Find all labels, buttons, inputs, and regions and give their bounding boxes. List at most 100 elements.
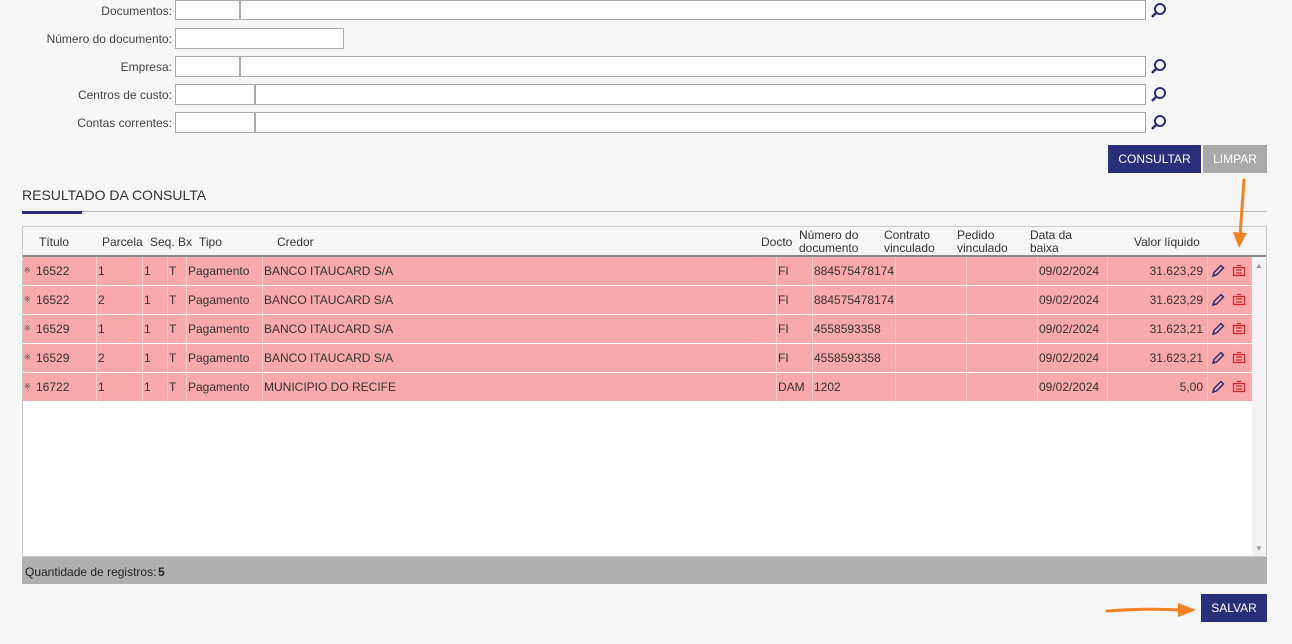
cell-parcela: 1 (97, 373, 143, 401)
cell-bx: T (168, 286, 187, 314)
cell-numero: 1202 (813, 373, 896, 401)
delete-button[interactable] (1228, 373, 1250, 401)
header-numero-documento[interactable]: Número do documento (799, 229, 858, 255)
numero-documento-label: Número do documento: (46, 32, 172, 46)
contas-correntes-code-input[interactable] (175, 112, 255, 133)
edit-button[interactable] (1208, 315, 1228, 343)
empresa-label: Empresa: (120, 60, 172, 74)
row-marker-icon: ※ (24, 266, 31, 275)
cell-tipo: Pagamento (187, 315, 263, 343)
scroll-up-icon[interactable]: ▲ (1255, 261, 1263, 270)
numero-documento-input[interactable] (175, 28, 344, 49)
header-data-baixa[interactable]: Data da baixa (1030, 229, 1072, 255)
header-titulo[interactable]: Título (39, 236, 69, 249)
edit-button[interactable] (1208, 257, 1228, 285)
edit-icon (1211, 322, 1225, 336)
contas-correntes-search-button[interactable] (1148, 112, 1170, 134)
header-parcela[interactable]: Parcela (102, 236, 143, 249)
cell-seq: 1 (143, 373, 168, 401)
delete-button[interactable] (1228, 344, 1250, 372)
cell-data: 09/02/2024 (1038, 315, 1108, 343)
record-count-value: 5 (158, 565, 165, 579)
consultar-button[interactable]: CONSULTAR (1108, 145, 1201, 173)
cell-contrato (896, 315, 967, 343)
cell-parcela: 1 (97, 257, 143, 285)
table-row[interactable]: ※ 16529 2 1 T Pagamento BANCO ITAUCARD S… (23, 344, 1253, 373)
cell-contrato (896, 344, 967, 372)
cell-credor: BANCO ITAUCARD S/A (263, 344, 777, 372)
cell-docto: FI (777, 257, 813, 285)
header-pedido[interactable]: Pedido vinculado (957, 229, 1008, 255)
grid-header: Título Parcela Seq. Bx Tipo Credor Docto… (23, 227, 1266, 257)
delete-button[interactable] (1228, 257, 1250, 285)
table-row[interactable]: ※ 16529 1 1 T Pagamento BANCO ITAUCARD S… (23, 315, 1253, 344)
scroll-down-icon[interactable]: ▼ (1255, 544, 1263, 553)
header-credor[interactable]: Credor (277, 236, 314, 249)
header-seq[interactable]: Seq. (150, 236, 175, 249)
empresa-search-button[interactable] (1148, 56, 1170, 78)
documentos-code-input[interactable] (175, 0, 240, 20)
delete-icon (1232, 264, 1246, 277)
empresa-row: Empresa: (0, 56, 1292, 78)
header-contrato[interactable]: Contrato vinculado (884, 229, 935, 255)
cell-bx: T (168, 257, 187, 285)
empresa-desc-input[interactable] (240, 56, 1146, 77)
cell-seq: 1 (143, 344, 168, 372)
delete-icon (1232, 380, 1246, 393)
annotation-arrow-right (1105, 603, 1196, 617)
cell-valor: 31.623,29 (1108, 257, 1208, 285)
edit-icon (1211, 380, 1225, 394)
edit-icon (1211, 293, 1225, 307)
edit-button[interactable] (1208, 286, 1228, 314)
cell-numero: 884575478174 (813, 257, 896, 285)
header-valor-liquido[interactable]: Valor líquido (1134, 236, 1200, 249)
salvar-button[interactable]: SALVAR (1201, 594, 1267, 622)
cell-data: 09/02/2024 (1038, 257, 1108, 285)
delete-button[interactable] (1228, 286, 1250, 314)
header-docto[interactable]: Docto (761, 236, 792, 249)
cell-tipo: Pagamento (187, 373, 263, 401)
limpar-button[interactable]: LIMPAR (1203, 145, 1267, 173)
cell-seq: 1 (143, 257, 168, 285)
centros-custo-desc-input[interactable] (255, 84, 1146, 105)
cell-contrato (896, 373, 967, 401)
edit-button[interactable] (1208, 373, 1228, 401)
cell-valor: 31.623,21 (1108, 344, 1208, 372)
cell-seq: 1 (143, 315, 168, 343)
empresa-code-input[interactable] (175, 56, 240, 77)
cell-parcela: 2 (97, 344, 143, 372)
contas-correntes-desc-input[interactable] (255, 112, 1146, 133)
cell-pedido (967, 315, 1038, 343)
grid-footer: Quantidade de registros: 5 (22, 557, 1267, 584)
cell-numero: 884575478174 (813, 286, 896, 314)
documentos-search-button[interactable] (1148, 0, 1170, 22)
row-marker-icon: ※ (24, 295, 31, 304)
table-row[interactable]: ※ 16722 1 1 T Pagamento MUNICIPIO DO REC… (23, 373, 1253, 402)
centros-custo-search-button[interactable] (1148, 84, 1170, 106)
record-count-label: Quantidade de registros: (25, 565, 157, 579)
grid-scrollbar[interactable]: ▲ ▼ (1252, 257, 1266, 556)
documentos-desc-input[interactable] (240, 0, 1146, 20)
header-tipo[interactable]: Tipo (199, 236, 222, 249)
cell-parcela: 1 (97, 315, 143, 343)
cell-docto: FI (777, 344, 813, 372)
cell-titulo: 16529 (35, 344, 97, 372)
cell-credor: BANCO ITAUCARD S/A (263, 315, 777, 343)
header-bx[interactable]: Bx (178, 236, 192, 249)
centros-custo-row: Centros de custo: (0, 84, 1292, 106)
cell-tipo: Pagamento (187, 257, 263, 285)
cell-titulo: 16722 (35, 373, 97, 401)
delete-icon (1232, 322, 1246, 335)
delete-button[interactable] (1228, 315, 1250, 343)
cell-titulo: 16529 (35, 315, 97, 343)
edit-button[interactable] (1208, 344, 1228, 372)
cell-contrato (896, 286, 967, 314)
centros-custo-code-input[interactable] (175, 84, 255, 105)
cell-valor: 5,00 (1108, 373, 1208, 401)
annotation-arrow-down (1233, 178, 1247, 248)
row-marker-icon: ※ (24, 382, 31, 391)
cell-valor: 31.623,21 (1108, 315, 1208, 343)
table-row[interactable]: ※ 16522 2 1 T Pagamento BANCO ITAUCARD S… (23, 286, 1253, 315)
search-icon (1151, 3, 1166, 18)
table-row[interactable]: ※ 16522 1 1 T Pagamento BANCO ITAUCARD S… (23, 257, 1253, 286)
